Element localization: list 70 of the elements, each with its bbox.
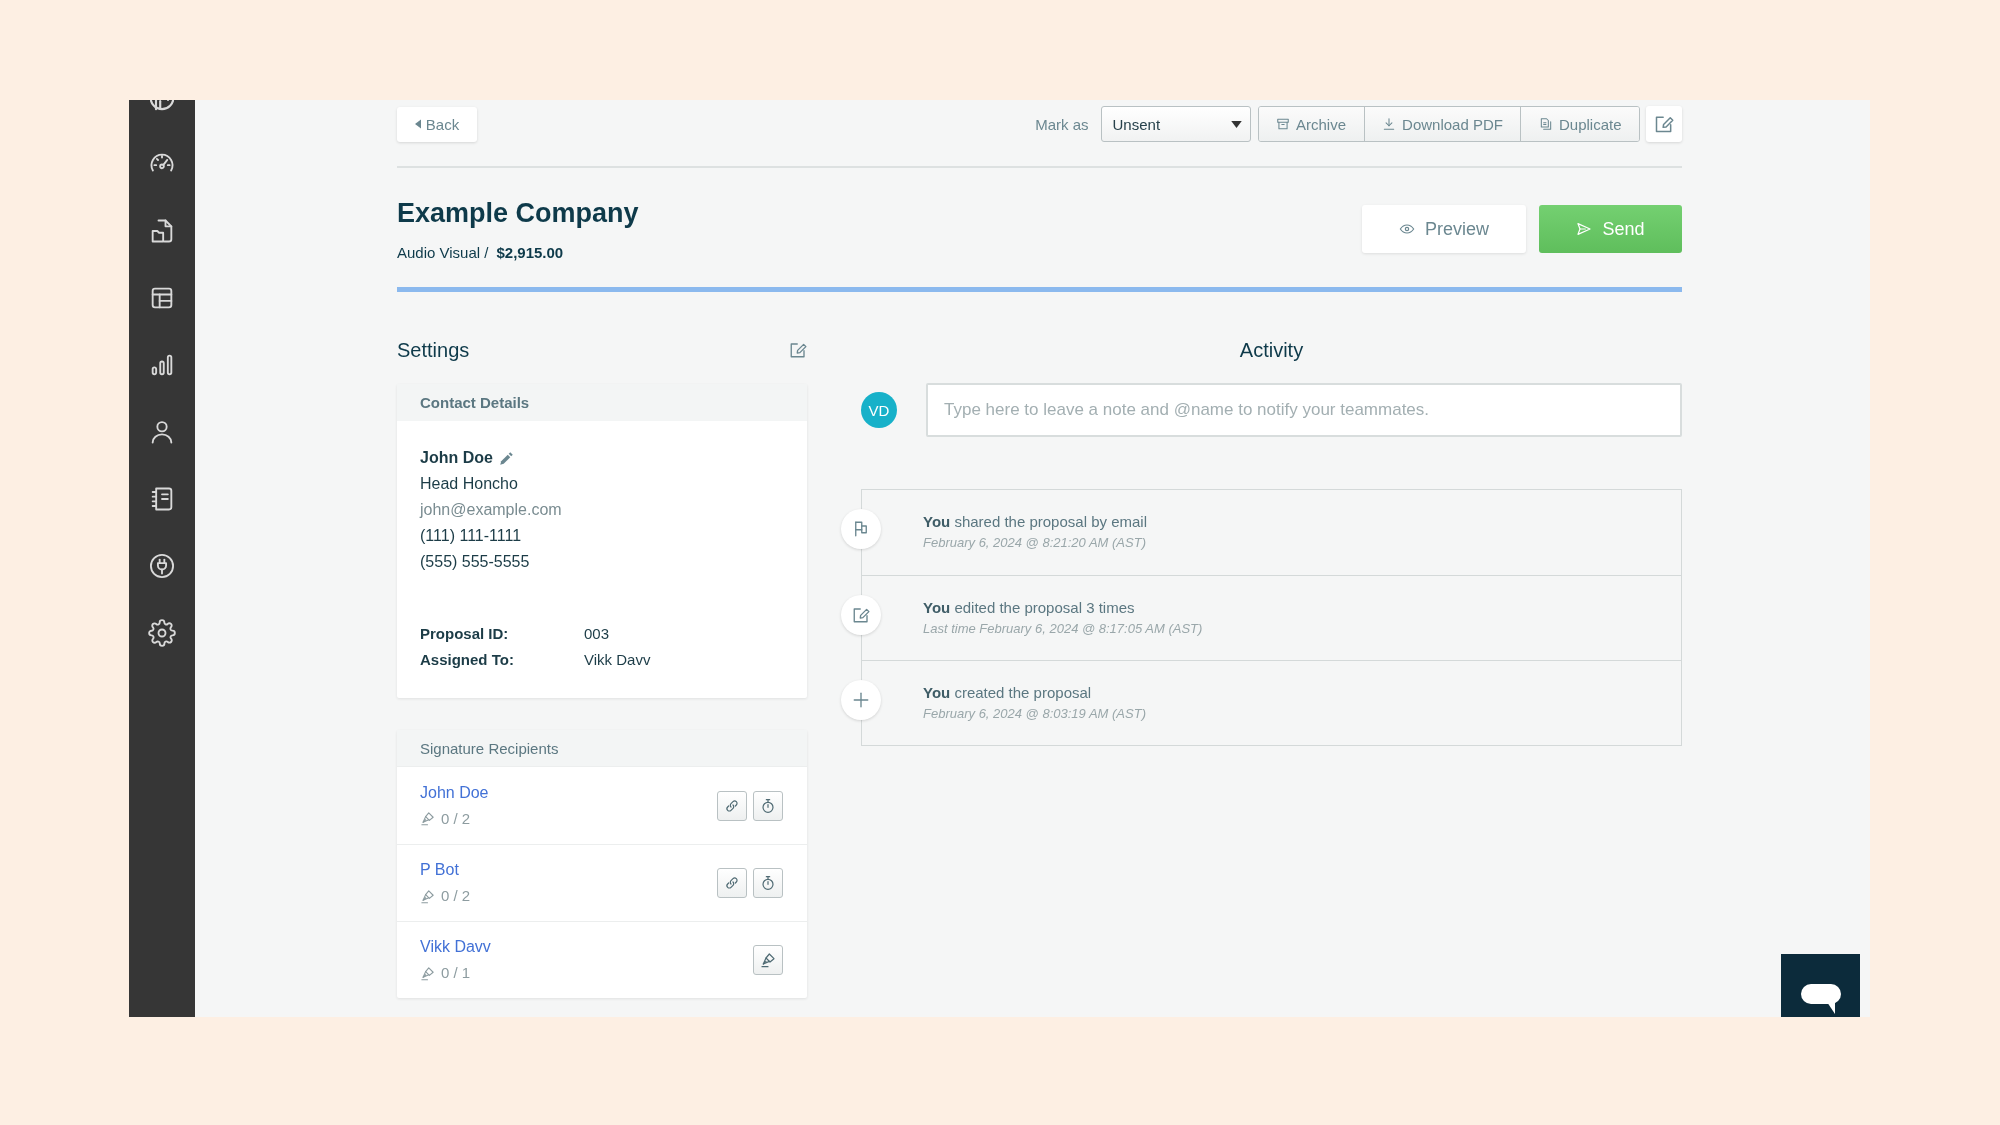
edit-icon[interactable] (789, 341, 807, 359)
note-input[interactable]: Type here to leave a note and @name to notify your teammates. (926, 383, 1682, 437)
plug-icon[interactable] (148, 552, 176, 580)
recipient-name[interactable]: Vikk Davv (420, 935, 491, 959)
status-dropdown[interactable]: Unsent (1100, 106, 1251, 142)
activity-text: You edited the proposal 3 times (923, 598, 1136, 618)
activity-text: You created the proposal (923, 683, 1093, 703)
edit-icon (841, 595, 881, 635)
chat-button[interactable] (1781, 954, 1860, 1017)
contact-email: john@example.com (420, 500, 563, 520)
link-icon (724, 875, 740, 891)
send-button[interactable]: Send (1539, 205, 1682, 253)
contact-job-title: Head Honcho (420, 474, 519, 494)
activity-text: You shared the proposal by email (923, 512, 1148, 532)
logo-icon[interactable] (150, 100, 174, 111)
mark-as-label: Mark as (1035, 115, 1089, 133)
settings-heading: Settings (397, 338, 470, 363)
detail-label: Proposal ID: (420, 624, 510, 644)
recipient-name[interactable]: P Bot (420, 858, 471, 882)
detail-value: Vikk Davv (584, 650, 652, 670)
archive-icon (1276, 117, 1291, 131)
pencil-icon[interactable] (498, 450, 514, 466)
activity-time: February 6, 2024 @ 8:03:19 AM (AST) (923, 705, 1147, 723)
back-button[interactable]: Back (397, 106, 477, 142)
stopwatch-icon (760, 797, 776, 814)
signature-count: 0 / 2 (441, 886, 471, 906)
preview-button[interactable]: Preview (1362, 205, 1526, 253)
category-label: Audio Visual / (397, 243, 489, 263)
link-icon (724, 797, 740, 814)
chat-icon (1800, 984, 1841, 1014)
signature-count: 0 / 2 (441, 808, 471, 829)
amount-label: $2,915.00 (496, 243, 564, 263)
pen-icon (420, 888, 435, 904)
edit-button[interactable] (1646, 106, 1682, 142)
signature-count: 0 / 1 (441, 963, 471, 983)
activity-heading: Activity (1238, 338, 1305, 363)
send-icon (1576, 221, 1593, 237)
duplicate-icon (1538, 117, 1553, 131)
contact-phone: (111) 111-1111 (420, 526, 523, 546)
duplicate-button[interactable]: Duplicate (1520, 107, 1639, 141)
sign-button[interactable] (753, 945, 783, 975)
archive-button[interactable]: Archive (1258, 107, 1364, 141)
contact-name: John Doe (420, 448, 493, 468)
download-pdf-button[interactable]: Download PDF (1363, 107, 1521, 141)
flag-icon (841, 509, 881, 549)
pen-icon (420, 965, 435, 981)
link-button[interactable] (717, 868, 747, 898)
detail-label: Assigned To: (420, 650, 515, 670)
plus-icon (841, 680, 881, 720)
timer-button[interactable] (753, 868, 783, 898)
proposal-title: Example Company (397, 197, 639, 229)
contact-phone: (555) 555-5555 (420, 552, 531, 572)
contact-details-header: Contact Details (397, 384, 807, 421)
settings-icon[interactable] (148, 619, 176, 647)
download-icon (1382, 117, 1397, 131)
edit-icon (1654, 114, 1674, 134)
eye-icon (1399, 221, 1415, 237)
detail-value: 003 (584, 624, 611, 644)
caret-down-icon (1230, 120, 1242, 128)
activity-time: Last time February 6, 2024 @ 8:17:05 AM (AST) (923, 620, 1204, 638)
signature-recipients-header: Signature Recipients (397, 730, 807, 767)
caret-left-icon (414, 119, 421, 129)
stopwatch-icon (760, 875, 776, 891)
recipient-name[interactable]: John Doe (420, 780, 489, 805)
user-avatar: VD (861, 392, 897, 428)
pen-icon (760, 952, 776, 968)
pen-icon (420, 811, 435, 826)
activity-time: February 6, 2024 @ 8:21:20 AM (AST) (923, 534, 1147, 552)
timer-button[interactable] (753, 790, 783, 821)
link-button[interactable] (717, 790, 747, 821)
